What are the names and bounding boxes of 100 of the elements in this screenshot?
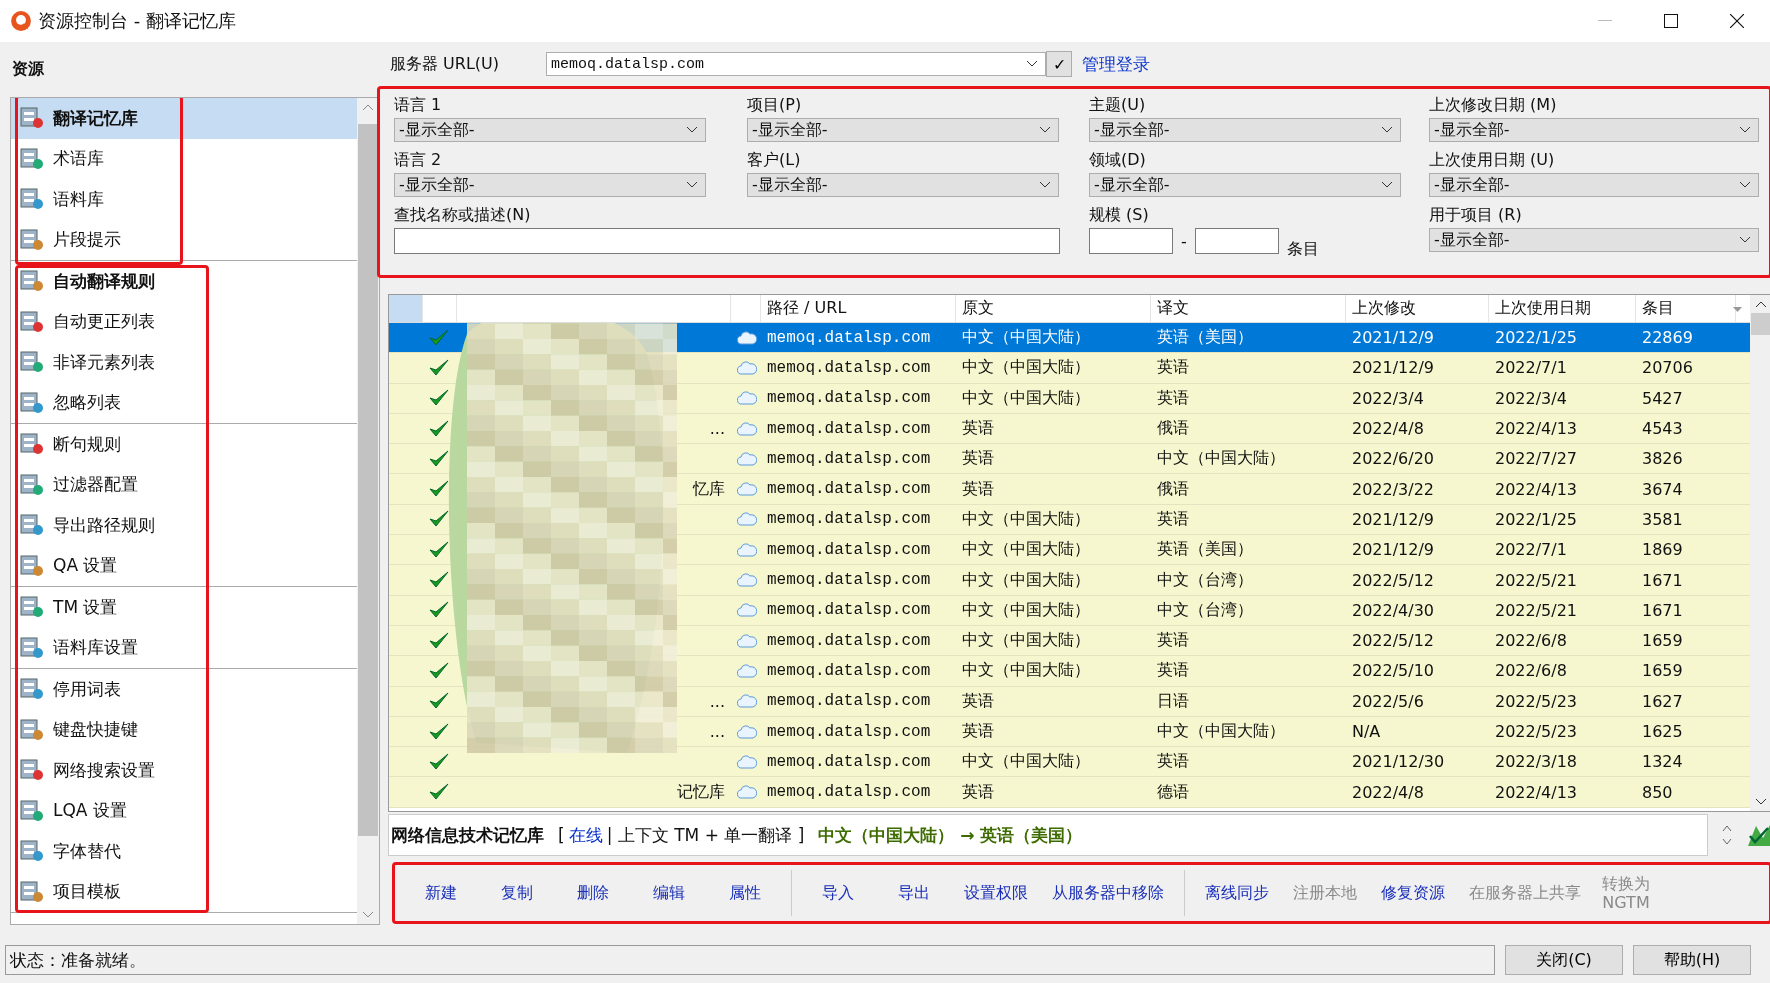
confirm-button[interactable]: ✓: [1046, 51, 1072, 77]
table-cell-text: 英语: [1156, 386, 1190, 409]
column-header[interactable]: 译文: [1151, 295, 1346, 322]
search-field[interactable]: [394, 228, 1060, 254]
table-cell-text: 英语: [961, 689, 995, 712]
filter-dropdown[interactable]: -显示全部-: [1429, 173, 1759, 197]
toolbar-button[interactable]: 离线同步: [1193, 882, 1281, 904]
table-cell-text: 2022/5/6: [1351, 690, 1425, 713]
size-max-field[interactable]: [1194, 228, 1279, 254]
table-cell-text: 2022/6/20: [1351, 448, 1436, 471]
size-min-field[interactable]: [1089, 228, 1173, 254]
toolbar-button[interactable]: 复制: [479, 882, 555, 904]
toolbar-button[interactable]: 导出: [876, 882, 952, 904]
field-label: 查找名称或描述(N): [394, 205, 532, 226]
table-cell-text: memoq.datalsp.com: [766, 388, 932, 410]
sidebar-item[interactable]: 忽略列表: [11, 382, 357, 423]
table-cell-text: 1627: [1641, 690, 1684, 713]
sidebar-item[interactable]: 语料库: [11, 179, 357, 220]
sidebar-item[interactable]: 自动更正列表: [11, 301, 357, 342]
cloud-icon: [737, 573, 757, 587]
dialog-button[interactable]: 帮助(H): [1633, 945, 1751, 975]
column-header[interactable]: 上次使用日期: [1489, 295, 1636, 322]
sidebar-item[interactable]: LQA 设置: [11, 790, 357, 831]
sidebar-item[interactable]: QA 设置: [11, 545, 357, 586]
dialog-button[interactable]: 关闭(C): [1505, 945, 1623, 975]
online-link[interactable]: 在线: [568, 823, 603, 847]
sidebar-item[interactable]: 导出路径规则: [11, 505, 357, 546]
sort-icon[interactable]: [1733, 307, 1742, 312]
admin-login-link[interactable]: 管理登录: [1082, 52, 1150, 76]
column-header[interactable]: 上次修改: [1346, 295, 1489, 322]
maximize-icon[interactable]: [1664, 14, 1678, 28]
column-header[interactable]: 路径 / URL: [761, 295, 956, 322]
sidebar-item[interactable]: 网络搜索设置: [11, 750, 357, 791]
check-icon: [429, 692, 449, 711]
scrollbar[interactable]: [1750, 295, 1770, 811]
cloud-icon: [737, 633, 757, 648]
table-cell-text: memoq.datalsp.com: [766, 539, 932, 561]
cloud-icon: [737, 482, 757, 497]
table-cell-text: memoq.datalsp.com: [766, 782, 932, 804]
table-cell-text: 英语: [961, 417, 995, 440]
close-icon[interactable]: [1730, 14, 1744, 28]
sidebar-item[interactable]: 停用词表: [11, 669, 357, 710]
sidebar-item[interactable]: 非译元素列表: [11, 342, 357, 383]
sidebar-item[interactable]: 项目模板: [11, 871, 357, 912]
toolbar-button[interactable]: 从服务器中移除: [1040, 882, 1176, 904]
scroll-thumb[interactable]: [1751, 313, 1770, 335]
toolbar-button[interactable]: 新建: [403, 882, 479, 904]
filter-dropdown[interactable]: -显示全部-: [1089, 118, 1401, 142]
sidebar-item[interactable]: 键盘快捷键: [11, 709, 357, 750]
filter-dropdown[interactable]: -显示全部-: [1429, 118, 1759, 142]
table-cell-text: 俄语: [1156, 417, 1190, 440]
scrollbar[interactable]: [357, 98, 379, 924]
column-header[interactable]: 原文: [956, 295, 1151, 322]
toolbar-button[interactable]: 编辑: [631, 882, 707, 904]
header-cell[interactable]: [389, 295, 423, 322]
filter-dropdown[interactable]: -显示全部-: [1089, 173, 1401, 197]
sidebar-item[interactable]: 翻译记忆库: [11, 98, 357, 139]
server-url-dropdown[interactable]: memoq.datalsp.com: [546, 52, 1046, 76]
unit-label: 条目: [1286, 239, 1319, 260]
table-cell-text: memoq.datalsp.com: [766, 721, 932, 743]
sidebar-item[interactable]: 语料库设置: [11, 627, 357, 668]
table-cell-text: 4543: [1641, 418, 1684, 441]
sidebar-item[interactable]: 术语库: [11, 138, 357, 179]
filter-dropdown[interactable]: -显示全部-: [747, 118, 1059, 142]
sidebar-item[interactable]: 过滤器配置: [11, 464, 357, 505]
filter-dropdown[interactable]: -显示全部-: [1429, 228, 1759, 252]
toolbar-button[interactable]: 修复资源: [1369, 882, 1457, 904]
cloud-icon: [737, 663, 757, 678]
table-cell-text: 英语: [1156, 629, 1190, 652]
scroll-up-icon[interactable]: [1755, 301, 1766, 307]
toolbar-button[interactable]: 设置权限: [952, 882, 1040, 904]
table-cell-text: memoq.datalsp.com: [766, 691, 932, 713]
sidebar-item[interactable]: 片段提示: [11, 219, 357, 260]
check-icon: [429, 601, 449, 620]
field-label: 语言 1: [394, 95, 443, 116]
table-cell-text: memoq.datalsp.com: [766, 448, 932, 470]
cloud-icon: [737, 754, 757, 769]
table-cell-text: 1671: [1641, 599, 1684, 622]
scroll-down-icon[interactable]: [1755, 799, 1766, 805]
sidebar-item[interactable]: TM 设置: [11, 587, 357, 628]
table-cell-text: 2022/5/21: [1494, 569, 1579, 592]
field-label: 客户(L): [747, 150, 802, 171]
sidebar-item[interactable]: 字体替代: [11, 831, 357, 872]
chevron-icon: [1740, 182, 1750, 188]
table-cell-text: 英语: [1156, 507, 1190, 530]
toolbar-button[interactable]: 删除: [555, 882, 631, 904]
sidebar-item[interactable]: 断句规则: [11, 424, 357, 465]
filter-dropdown[interactable]: -显示全部-: [747, 173, 1059, 197]
cloud-icon: [737, 694, 757, 709]
resource-icon: [19, 389, 45, 416]
filter-dropdown[interactable]: -显示全部-: [394, 173, 706, 197]
filter-dropdown[interactable]: -显示全部-: [394, 118, 706, 142]
toolbar-button[interactable]: 导入: [800, 882, 876, 904]
toolbar-button[interactable]: 属性: [707, 882, 783, 904]
status-text: 状态：准备就绪。: [5, 945, 1495, 975]
table-cell-text: 2022/3/4: [1351, 387, 1425, 410]
sidebar-item[interactable]: 自动翻译规则: [11, 261, 357, 302]
table-cell-text: 3674: [1641, 478, 1684, 501]
table-cell-text: 英语: [961, 780, 995, 803]
scroll-thumb[interactable]: [358, 124, 378, 836]
